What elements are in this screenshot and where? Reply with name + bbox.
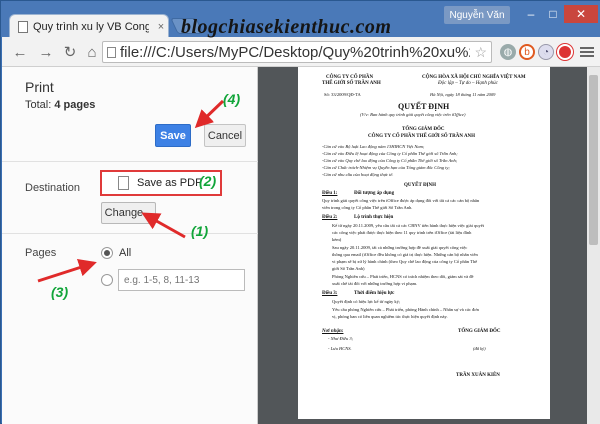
preview-line: THẾ GIỚI SỐ TRẦN ANH: [322, 81, 381, 86]
preview-line: - Như Điều 3;: [328, 336, 354, 341]
preview-line: viên trong công ty Cổ phần Thế giới Số T…: [322, 205, 413, 210]
destination-label: Destination: [25, 182, 81, 194]
page-icon: [107, 46, 116, 58]
preview-line: Kể từ ngày 20.11.2009, yêu cầu tất cả cá…: [332, 223, 484, 228]
divider: [2, 233, 258, 234]
browser-tab[interactable]: Quy trình xu ly VB Cong ty ×: [9, 14, 169, 38]
print-preview-area: Print Total: 4 pages Save Cancel Destina…: [2, 67, 600, 424]
scrollbar-thumb[interactable]: [589, 75, 598, 245]
preview-line: xuất chế tài đối với những trường hợp vi…: [332, 281, 418, 286]
pages-all-radio[interactable]: [101, 247, 113, 259]
reload-icon[interactable]: ↻: [60, 43, 80, 61]
total-value: 4 pages: [54, 99, 96, 111]
preview-line: (đã ký): [473, 346, 486, 351]
save-button[interactable]: Save: [155, 124, 191, 147]
preview-line: TỔNG GIÁM ĐỐC: [402, 127, 445, 132]
change-destination-button[interactable]: Change...: [101, 202, 156, 224]
annotation-2: (2): [199, 173, 217, 189]
preview-line: -Căn cứ vào Quy chế lao động của Công ty…: [322, 158, 458, 163]
preview-line: QUYẾT ĐỊNH: [404, 183, 436, 188]
preview-line: Độc lập – Tự do – Hạnh phúc: [438, 81, 498, 86]
preview-line: CÔNG TY CỔ PHẦN THẾ GIỚI SỐ TRẦN ANH: [368, 134, 476, 139]
preview-line: Thời điểm hiệu lực: [354, 291, 395, 296]
preview-line: Quy trình giải quyết công việc trên iOff…: [322, 198, 480, 203]
preview-line: TRẦN XUÂN KIÊN: [456, 373, 500, 378]
document-icon: [18, 20, 28, 33]
preview-line: -Căn cứ Chức trách-Nhiệm vụ Quyền hạn củ…: [322, 165, 450, 170]
globe-icon[interactable]: ◍: [500, 44, 516, 60]
preview-line: Điều 3:: [322, 291, 338, 296]
b-icon[interactable]: b: [519, 44, 535, 60]
preview-line: Đối tượng áp dụng: [354, 191, 395, 196]
preview-line: -Căn cứ nhu cầu của hoạt động thực tế.: [322, 172, 394, 177]
close-window-button[interactable]: ✕: [564, 5, 598, 23]
preview-line: kèm): [332, 237, 342, 242]
total-pages: Total: 4 pages: [25, 99, 95, 111]
preview-line: (V/v: Ban hành quy trình giải quyết công…: [360, 112, 466, 117]
annotation-4: (4): [223, 91, 241, 107]
preview-line: Lộ trình thực hiện: [354, 215, 394, 220]
address-bar[interactable]: file:///C:/Users/MyPC/Desktop/Quy%20trin…: [102, 41, 492, 63]
print-settings-panel: Print Total: 4 pages Save Cancel Destina…: [2, 67, 258, 424]
total-label: Total:: [25, 99, 52, 111]
forward-icon[interactable]: →: [36, 43, 56, 61]
bookmark-star-icon[interactable]: ☆: [474, 44, 491, 61]
preview-line: -Căn cứ vào Điều lệ hoạt động của Công t…: [322, 151, 458, 156]
url-text: file:///C:/Users/MyPC/Desktop/Quy%20trin…: [120, 43, 470, 61]
preview-line: CỘNG HÒA XÃ HỘI CHỦ NGHĨA VIỆT NAM: [422, 75, 526, 80]
print-title: Print: [25, 79, 54, 95]
preview-line: các công việc phát được thực hiện theo 1…: [332, 230, 472, 235]
preview-line: Điều 2:: [322, 215, 338, 220]
user-profile-button[interactable]: Nguyễn Văn: [444, 6, 510, 24]
preview-line: Yêu cầu phòng Nghiên cứu – Phát triển, p…: [332, 307, 479, 312]
annotation-1: (1): [191, 223, 209, 239]
destination-value: Save as PDF: [137, 177, 202, 189]
home-icon[interactable]: ⌂: [82, 43, 102, 61]
preview-line: Hà Nội, ngày 18 tháng 11 năm 2009: [430, 92, 496, 97]
preview-line: Điều 1:: [322, 191, 338, 196]
back-icon[interactable]: ←: [10, 43, 30, 61]
preview-line: TỔNG GIÁM ĐỐC: [458, 329, 501, 334]
page-range-input[interactable]: [118, 269, 245, 291]
preview-line: thông qua email (iOffice đều không có gi…: [332, 252, 478, 257]
preview-line: vị, phòng ban có liên quan nghiêm túc th…: [332, 314, 448, 319]
preview-line: CÔNG TY CỔ PHẦN: [326, 75, 374, 80]
preview-line: -Căn cứ vào Bộ luật Lao động năm 13HIHCN…: [322, 144, 425, 149]
speed-icon[interactable]: ◔: [538, 44, 554, 60]
target-icon[interactable]: [557, 44, 573, 60]
preview-line: vi phạm sẽ bị xử lý hành chính (theo Quy…: [332, 259, 478, 264]
preview-line: Nơi nhận:: [322, 329, 344, 334]
watermark: blogchiasekienthuc.com: [181, 16, 392, 38]
pages-all-label: All: [119, 247, 132, 259]
browser-window: Quy trình xu ly VB Cong ty × Nguyễn Văn …: [0, 0, 600, 424]
browser-toolbar: ← → ↻ ⌂ file:///C:/Users/MyPC/Desktop/Qu…: [2, 37, 600, 67]
pages-custom-radio[interactable]: [101, 274, 113, 286]
preview-line: Số: 33/2009/QĐ-TA: [324, 92, 361, 97]
tab-close-icon[interactable]: ×: [154, 21, 168, 33]
pdf-file-icon: [118, 176, 129, 190]
page-preview: CÔNG TY CỔ PHẦN THẾ GIỚI SỐ TRẦN ANH CỘN…: [298, 67, 550, 419]
preview-line: Quyết định có hiệu lực kể từ ngày ký;: [332, 299, 401, 304]
preview-line: - Lưu HCNS.: [328, 346, 352, 351]
menu-icon[interactable]: [580, 45, 594, 59]
pages-label: Pages: [25, 247, 57, 259]
preview-line: Sau ngày 20.11.2009, tất cả những trường…: [332, 245, 468, 250]
cancel-button[interactable]: Cancel: [204, 124, 246, 147]
tab-title: Quy trình xu ly VB Cong ty: [33, 20, 149, 33]
annotation-3: (3): [51, 284, 69, 300]
preview-line: giới Số Trần Anh): [332, 266, 365, 271]
divider: [2, 161, 258, 162]
preview-line: Phòng Nghiên cứu – Phát triển, HCNS có t…: [332, 274, 474, 279]
minimize-button[interactable]: –: [520, 5, 542, 23]
preview-line: QUYẾT ĐỊNH: [398, 102, 450, 111]
maximize-button[interactable]: □: [542, 5, 564, 23]
